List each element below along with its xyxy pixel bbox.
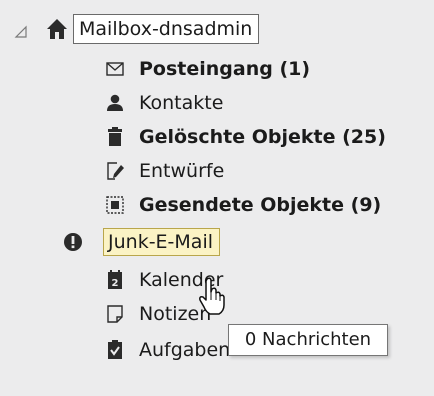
folder-label-drafts: Entwürfe: [139, 160, 225, 182]
sent-items-icon: [106, 196, 124, 214]
mailbox-root-label[interactable]: Mailbox-dnsadmin: [73, 14, 260, 44]
folder-item-junk[interactable]: Junk-E-Mail: [0, 224, 434, 260]
note-icon: [107, 305, 123, 323]
folder-item-contacts[interactable]: Kontakte: [0, 85, 434, 121]
folder-label-contacts: Kontakte: [139, 92, 224, 114]
hand-pointer-icon: [199, 277, 225, 315]
folder-item-sent[interactable]: Gesendete Objekte (9): [0, 187, 434, 223]
folder-label-tasks: Aufgaben: [139, 339, 231, 361]
envelope-icon: [106, 62, 124, 76]
trash-icon: [108, 127, 122, 146]
exclamation-icon: [64, 233, 82, 251]
folder-label-sent: Gesendete Objekte (9): [139, 194, 382, 216]
home-icon: [47, 19, 67, 39]
draft-pencil-icon: [107, 162, 124, 180]
hover-tooltip: 0 Nachrichten: [228, 324, 388, 356]
folder-item-inbox[interactable]: Posteingang (1): [0, 51, 434, 87]
folder-label-inbox: Posteingang (1): [139, 58, 311, 80]
mailbox-root-row[interactable]: Mailbox-dnsadmin: [0, 14, 434, 46]
svg-text:2: 2: [112, 278, 119, 289]
task-clipboard-icon: [108, 340, 122, 359]
folder-item-drafts[interactable]: Entwürfe: [0, 153, 434, 189]
collapse-triangle-icon[interactable]: [14, 25, 28, 39]
folder-item-deleted[interactable]: Gelöschte Objekte (25): [0, 119, 434, 155]
calendar-icon: 2: [108, 270, 122, 289]
person-icon: [107, 94, 123, 111]
folder-label-deleted: Gelöschte Objekte (25): [139, 126, 386, 148]
folder-label-junk: Junk-E-Mail: [103, 228, 221, 256]
